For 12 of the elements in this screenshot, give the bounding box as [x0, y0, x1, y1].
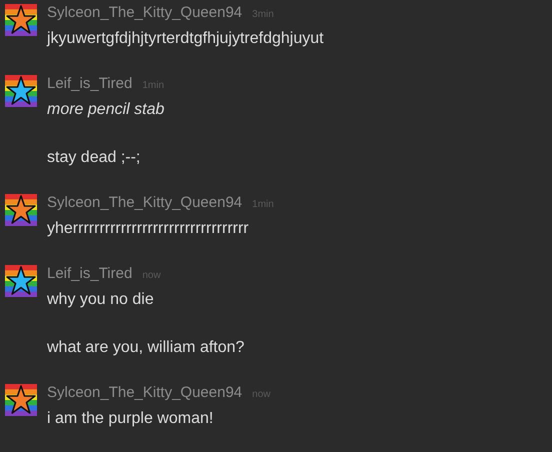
username[interactable]: Leif_is_Tired [47, 75, 132, 92]
username[interactable]: Sylceon_The_Kitty_Queen94 [47, 4, 242, 21]
username[interactable]: Sylceon_The_Kitty_Queen94 [47, 384, 242, 401]
username[interactable]: Sylceon_The_Kitty_Queen94 [47, 194, 242, 211]
message-text: yherrrrrrrrrrrrrrrrrrrrrrrrrrrrrrrrr [47, 219, 250, 239]
username[interactable]: Leif_is_Tired [47, 265, 132, 282]
message-text: why you no die [47, 290, 155, 310]
message-text: i am the purple woman! [47, 409, 214, 429]
message-text: jkyuwertgfdjhjtyrterdtgfhjujytrefdghjuyut [47, 29, 324, 49]
message-text: stay dead ;--; [47, 148, 142, 168]
message-text: more pencil stab [47, 100, 164, 120]
message-text: what are you, william afton? [47, 338, 244, 358]
